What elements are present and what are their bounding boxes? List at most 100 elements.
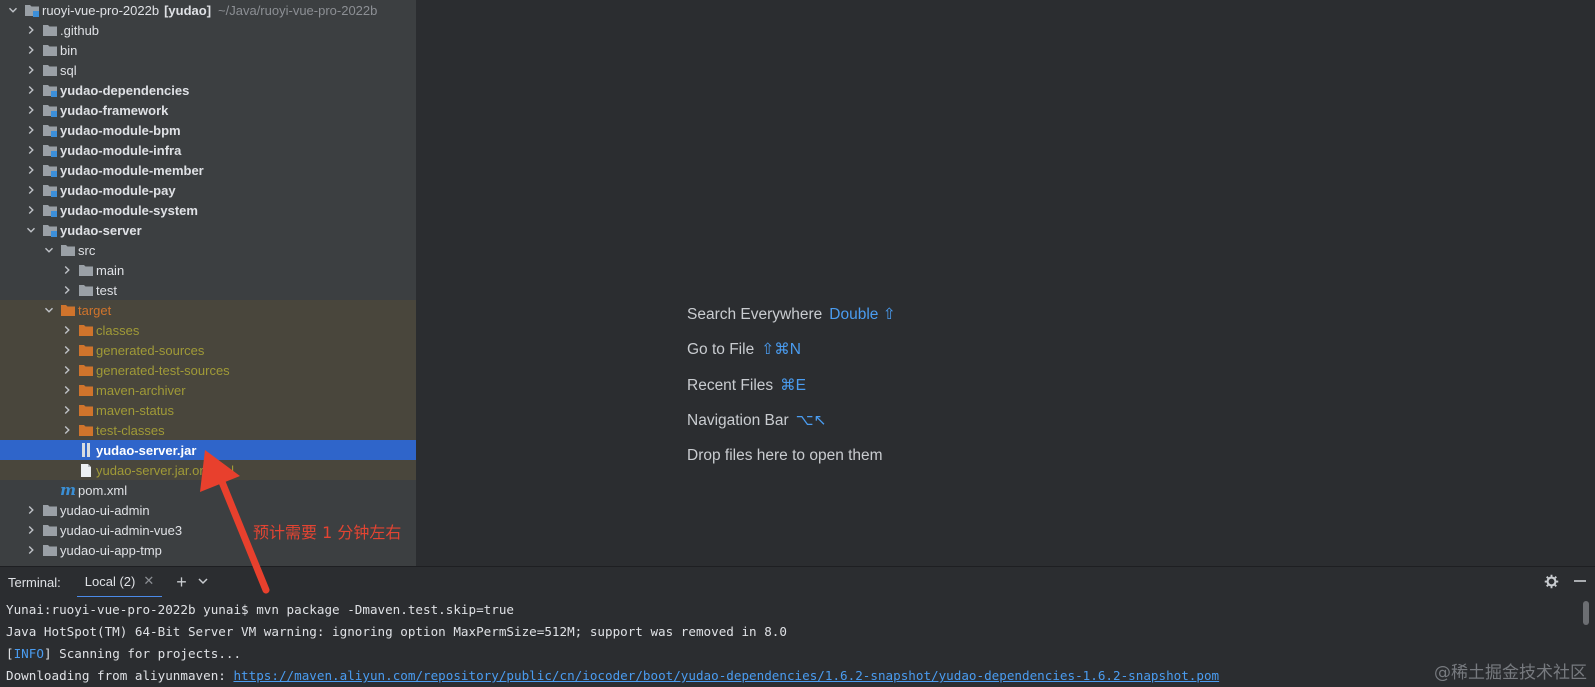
maven-icon: m [60, 481, 76, 499]
tree-item-yudao-module-bpm[interactable]: yudao-module-bpm [0, 120, 416, 140]
tree-item-main[interactable]: main [0, 260, 416, 280]
chevron-right-icon[interactable] [24, 123, 38, 137]
chevron-right-icon[interactable] [24, 183, 38, 197]
chevron-right-icon[interactable] [60, 263, 74, 277]
chevron-right-icon[interactable] [24, 523, 38, 537]
tree-item-test[interactable]: test [0, 280, 416, 300]
info-text: Scanning for projects... [51, 646, 242, 661]
download-link[interactable]: https://maven.aliyun.com/repository/publ… [233, 668, 1219, 683]
tree-item-label: main [96, 262, 125, 278]
chevron-down-icon[interactable] [197, 575, 209, 590]
tree-item-generated-test-sources[interactable]: generated-test-sources [0, 360, 416, 380]
tree-item-yudao-server-jar[interactable]: yudao-server.jar [0, 440, 416, 460]
hint-shortcut: ⌥↖ [795, 412, 827, 429]
hint-go-to-file: Go to File ⇧⌘N [687, 340, 801, 359]
terminal-output[interactable]: Yunai:ruoyi-vue-pro-2022b yunai$ mvn pac… [0, 597, 1595, 687]
tree-item-yudao-framework[interactable]: yudao-framework [0, 100, 416, 120]
tree-item-yudao-module-system[interactable]: yudao-module-system [0, 200, 416, 220]
tree-item-src[interactable]: src [0, 240, 416, 260]
tree-item-yudao-server-jar-original[interactable]: yudao-server.jar.original [0, 460, 416, 480]
editor-area: Search Everywhere Double ⇧ Go to File ⇧⌘N … [416, 0, 1595, 566]
chevron-right-icon[interactable] [24, 203, 38, 217]
tree-item-label: yudao-module-infra [60, 142, 182, 158]
chevron-right-icon[interactable] [24, 103, 38, 117]
tree-item-label: yudao-module-pay [60, 182, 176, 198]
chevron-down-icon[interactable] [24, 223, 38, 237]
hint-label: Drop files here to open them [687, 447, 883, 464]
chevron-right-icon[interactable] [60, 323, 74, 337]
chevron-right-icon[interactable] [24, 503, 38, 517]
root-module: [yudao] [164, 2, 212, 18]
excluded-folder-icon [78, 422, 94, 438]
excluded-folder-icon [78, 322, 94, 338]
tree-item-github[interactable]: .github [0, 20, 416, 40]
tree-item-label: yudao-server.jar [96, 442, 197, 458]
root-name: ruoyi-vue-pro-2022b [42, 2, 160, 18]
terminal-line-warning: Java HotSpot(TM) 64-Bit Server VM warnin… [6, 624, 787, 639]
tree-item-pom-xml[interactable]: m pom.xml [0, 480, 416, 500]
tree-item-test-classes[interactable]: test-classes [0, 420, 416, 440]
tree-item-classes[interactable]: classes [0, 320, 416, 340]
chevron-right-icon[interactable] [24, 83, 38, 97]
hint-search-everywhere: Search Everywhere Double ⇧ [687, 305, 896, 324]
tree-item-label: yudao-framework [60, 102, 169, 118]
excluded-folder-icon [78, 382, 94, 398]
terminal-toolbar: Terminal: Local (2) ✕ + [0, 566, 1595, 598]
folder-icon [42, 502, 58, 518]
excluded-folder-icon [78, 362, 94, 378]
tree-item-label: maven-archiver [96, 382, 186, 398]
tree-item-label: .github [60, 22, 100, 38]
module-folder-icon [42, 222, 58, 238]
file-icon [78, 462, 94, 478]
terminal-line-download: Downloading from aliyunmaven: https://ma… [6, 668, 1219, 683]
hint-recent-files: Recent Files ⌘E [687, 376, 806, 395]
tree-item-yudao-module-infra[interactable]: yudao-module-infra [0, 140, 416, 160]
tree-item-label: test-classes [96, 422, 165, 438]
tab-label: Local (2) [84, 573, 136, 589]
hint-label: Search Everywhere [687, 306, 823, 323]
chevron-down-icon[interactable] [42, 303, 56, 317]
tree-item-yudao-dependencies[interactable]: yudao-dependencies [0, 80, 416, 100]
tree-item-label: yudao-ui-app-tmp [60, 542, 162, 558]
tree-item-maven-status[interactable]: maven-status [0, 400, 416, 420]
close-icon[interactable]: ✕ [143, 573, 154, 589]
add-icon[interactable]: + [176, 572, 187, 593]
tree-item-sql[interactable]: sql [0, 60, 416, 80]
chevron-right-icon[interactable] [60, 283, 74, 297]
terminal-title: Terminal: [8, 574, 61, 590]
tree-item-yudao-ui-admin[interactable]: yudao-ui-admin [0, 500, 416, 520]
tree-item-yudao-module-pay[interactable]: yudao-module-pay [0, 180, 416, 200]
chevron-right-icon[interactable] [60, 423, 74, 437]
chevron-right-icon[interactable] [24, 543, 38, 557]
chevron-down-icon[interactable] [42, 243, 56, 257]
tree-item-generated-sources[interactable]: generated-sources [0, 340, 416, 360]
terminal-line-prompt: Yunai:ruoyi-vue-pro-2022b yunai$ mvn pac… [6, 602, 514, 617]
chevron-right-icon[interactable] [60, 363, 74, 377]
tree-item-yudao-module-member[interactable]: yudao-module-member [0, 160, 416, 180]
tree-item-yudao-server[interactable]: yudao-server [0, 220, 416, 240]
tab-local-2[interactable]: Local (2) ✕ [76, 567, 163, 598]
folder-icon [42, 22, 58, 38]
chevron-right-icon[interactable] [24, 163, 38, 177]
tree-item-target[interactable]: target [0, 300, 416, 320]
terminal-scrollbar[interactable] [1583, 601, 1589, 625]
tree-item-bin[interactable]: bin [0, 40, 416, 60]
tree-item-yudao-ui-app-tmp[interactable]: yudao-ui-app-tmp [0, 540, 416, 560]
hint-label: Go to File [687, 341, 755, 358]
minimize-icon[interactable] [1573, 574, 1587, 591]
chevron-right-icon[interactable] [24, 63, 38, 77]
tree-item-label: generated-test-sources [96, 362, 230, 378]
gear-icon[interactable] [1544, 574, 1559, 592]
chevron-down-icon[interactable] [6, 3, 20, 17]
chevron-right-icon[interactable] [60, 403, 74, 417]
tree-item-label: target [78, 302, 112, 318]
chevron-right-icon[interactable] [60, 343, 74, 357]
tree-root[interactable]: ruoyi-vue-pro-2022b [yudao] ~/Java/ruoyi… [0, 0, 416, 20]
chevron-right-icon[interactable] [24, 43, 38, 57]
tree-item-maven-archiver[interactable]: maven-archiver [0, 380, 416, 400]
chevron-right-icon[interactable] [60, 383, 74, 397]
chevron-right-icon[interactable] [24, 143, 38, 157]
tree-item-label: test [96, 282, 117, 298]
chevron-right-icon[interactable] [24, 23, 38, 37]
tree-item-label: pom.xml [78, 482, 128, 498]
